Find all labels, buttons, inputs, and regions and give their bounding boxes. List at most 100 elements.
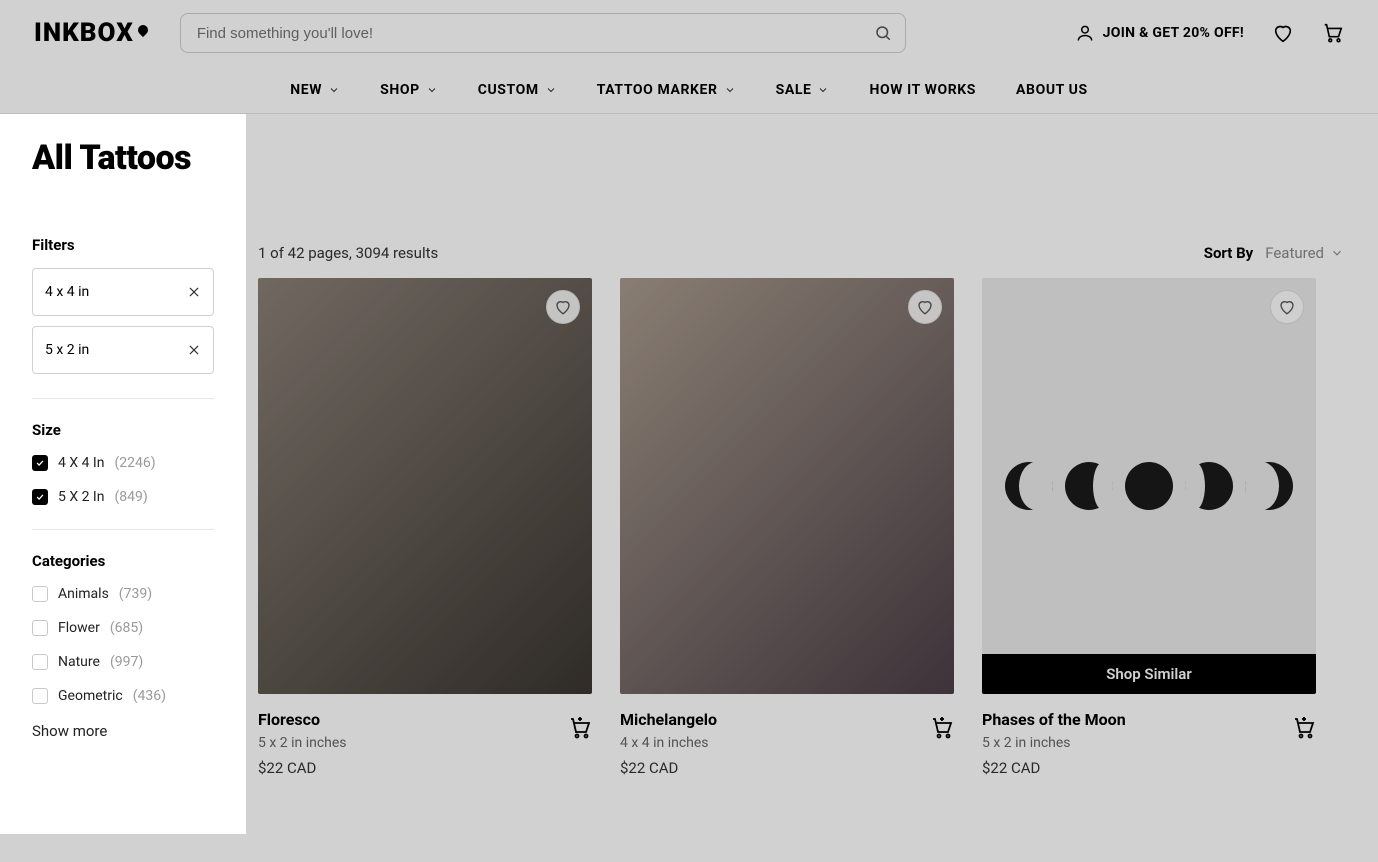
account-text: JOIN & GET 20% OFF!	[1103, 25, 1244, 41]
heart-icon	[554, 298, 572, 316]
chip-label: 4 x 4 in	[45, 284, 89, 300]
category-option[interactable]: Geometric (436)	[32, 688, 214, 704]
wishlist-icon[interactable]	[1272, 22, 1294, 44]
facet-count: (685)	[110, 620, 143, 636]
product-card: Shop Similar Phases of the Moon 5 x 2 in…	[982, 278, 1316, 777]
card-info: Michelangelo 4 x 4 in inches $22 CAD	[620, 710, 717, 777]
facet-label: Flower	[58, 620, 100, 636]
product-price: $22 CAD	[620, 759, 717, 777]
product-dimensions: 5 x 2 in inches	[982, 735, 1126, 751]
category-option[interactable]: Animals (739)	[32, 586, 214, 602]
nav-custom[interactable]: CUSTOM	[478, 82, 557, 98]
search-input[interactable]	[180, 13, 906, 53]
facet-label: Nature	[58, 654, 100, 670]
cart-plus-icon	[930, 716, 954, 740]
main-content: 1 of 42 pages, 3094 results Sort By Feat…	[246, 114, 1378, 834]
category-option[interactable]: Nature (997)	[32, 654, 214, 670]
category-option[interactable]: Flower (685)	[32, 620, 214, 636]
add-to-cart-button[interactable]	[1292, 716, 1316, 740]
facet-label: 5 X 2 In	[58, 489, 104, 505]
size-facet-title: Size	[32, 421, 214, 439]
chip-label: 5 x 2 in	[45, 342, 89, 358]
checkbox-icon	[32, 620, 48, 636]
nav-shop[interactable]: SHOP	[380, 82, 438, 98]
sort-dropdown[interactable]: Featured	[1265, 244, 1344, 262]
search-wrap	[180, 13, 906, 53]
moon-icon	[1185, 462, 1233, 510]
facet-label: Animals	[58, 586, 109, 602]
card-body: Phases of the Moon 5 x 2 in inches $22 C…	[982, 694, 1316, 777]
facet-label: 4 X 4 In	[58, 455, 104, 471]
product-card: Floresco 5 x 2 in inches $22 CAD	[258, 278, 592, 777]
cart-plus-icon	[1292, 716, 1316, 740]
nav-sale[interactable]: SALE	[776, 82, 830, 98]
logo-drop-icon	[136, 23, 150, 37]
page-title: All Tattoos	[32, 138, 214, 178]
checkbox-icon	[32, 586, 48, 602]
results-toolbar: 1 of 42 pages, 3094 results Sort By Feat…	[258, 244, 1344, 262]
nav-label: ABOUT US	[1016, 82, 1088, 98]
product-image[interactable]	[620, 278, 954, 694]
logo[interactable]: INKBOX	[34, 18, 148, 48]
add-to-cart-button[interactable]	[568, 716, 592, 740]
divider	[32, 529, 214, 530]
page-body: All Tattoos Filters 4 x 4 in 5 x 2 in Si…	[0, 114, 1378, 834]
shop-similar-button[interactable]: Shop Similar	[982, 654, 1316, 694]
checkbox-icon	[32, 688, 48, 704]
active-filter-chip: 5 x 2 in	[32, 326, 214, 374]
nav-label: HOW IT WORKS	[869, 82, 976, 98]
wishlist-button[interactable]	[1270, 290, 1304, 324]
show-more-link[interactable]: Show more	[32, 722, 214, 740]
chevron-down-icon	[328, 84, 340, 96]
close-icon[interactable]	[187, 343, 201, 357]
facet-count: (436)	[133, 688, 166, 704]
wishlist-button[interactable]	[546, 290, 580, 324]
nav-tattoo-marker[interactable]: TATTOO MARKER	[597, 82, 736, 98]
nav-about-us[interactable]: ABOUT US	[1016, 82, 1088, 98]
wishlist-button[interactable]	[908, 290, 942, 324]
sort-value-text: Featured	[1265, 244, 1324, 262]
product-image[interactable]	[258, 278, 592, 694]
nav-label: CUSTOM	[478, 82, 539, 98]
chevron-down-icon	[545, 84, 557, 96]
card-body: Michelangelo 4 x 4 in inches $22 CAD	[620, 694, 954, 777]
checkbox-icon	[32, 654, 48, 670]
facet-count: (2246)	[114, 455, 155, 471]
checkbox-checked-icon	[32, 489, 48, 505]
moon-icon	[1005, 462, 1053, 510]
user-icon	[1075, 23, 1095, 43]
card-body: Floresco 5 x 2 in inches $22 CAD	[258, 694, 592, 777]
size-option[interactable]: 4 X 4 In (2246)	[32, 455, 214, 471]
nav-new[interactable]: NEW	[290, 82, 340, 98]
card-info: Floresco 5 x 2 in inches $22 CAD	[258, 710, 347, 777]
main-nav: NEW SHOP CUSTOM TATTOO MARKER SALE HOW I…	[0, 66, 1378, 114]
product-price: $22 CAD	[982, 759, 1126, 777]
account-link[interactable]: JOIN & GET 20% OFF!	[1075, 23, 1244, 43]
logo-text: INKBOX	[34, 18, 134, 48]
facet-count: (849)	[114, 489, 147, 505]
product-grid: Floresco 5 x 2 in inches $22 CAD	[258, 278, 1344, 777]
sort-label: Sort By	[1204, 244, 1254, 262]
moon-icon	[1125, 462, 1173, 510]
cart-plus-icon	[568, 716, 592, 740]
close-icon[interactable]	[187, 285, 201, 299]
filters-label: Filters	[32, 236, 214, 254]
divider	[32, 398, 214, 399]
chevron-down-icon	[817, 84, 829, 96]
active-filter-chip: 4 x 4 in	[32, 268, 214, 316]
size-option[interactable]: 5 X 2 In (849)	[32, 489, 214, 505]
cart-icon[interactable]	[1322, 22, 1344, 44]
facet-count: (739)	[119, 586, 152, 602]
product-image[interactable]: Shop Similar	[982, 278, 1316, 694]
search-icon[interactable]	[874, 24, 892, 42]
facet-label: Geometric	[58, 688, 123, 704]
nav-label: TATTOO MARKER	[597, 82, 718, 98]
nav-label: NEW	[290, 82, 322, 98]
moon-icon	[1065, 462, 1113, 510]
chevron-down-icon	[1330, 246, 1344, 260]
product-title: Floresco	[258, 710, 347, 729]
product-title: Michelangelo	[620, 710, 717, 729]
nav-how-it-works[interactable]: HOW IT WORKS	[869, 82, 976, 98]
sort-control: Sort By Featured	[1204, 244, 1344, 262]
add-to-cart-button[interactable]	[930, 716, 954, 740]
